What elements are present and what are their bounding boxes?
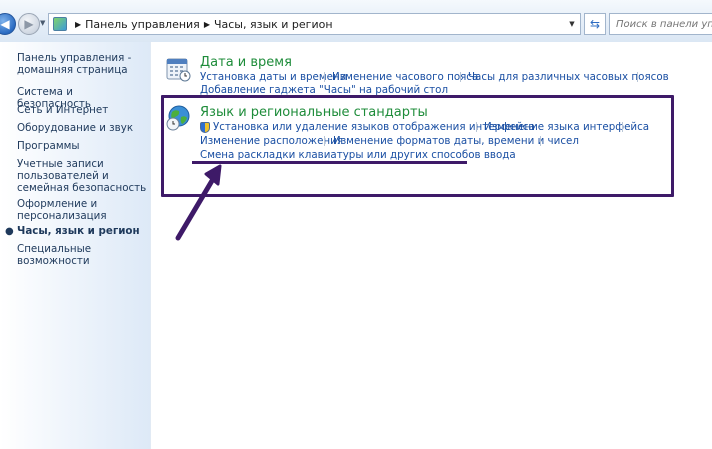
sidebar-item-hardware-sound[interactable]: Оборудование и звук xyxy=(17,122,147,134)
breadcrumb-chevron-icon[interactable]: ▶ xyxy=(204,20,210,29)
current-item-bullet-icon: ● xyxy=(5,226,14,237)
sidebar: Панель управления - домашняя страница Си… xyxy=(0,42,151,449)
link-change-time-zone[interactable]: Изменение часового пояса xyxy=(332,71,478,83)
link-separator xyxy=(637,72,638,82)
address-bar[interactable]: ▶ Панель управления ▶ Часы, язык и регио… xyxy=(48,13,581,35)
back-arrow-icon: ◀ xyxy=(0,17,10,31)
breadcrumb-chevron-icon[interactable]: ▶ xyxy=(75,20,81,29)
breadcrumb-item-control-panel[interactable]: Панель управления xyxy=(85,18,200,31)
link-separator xyxy=(460,72,461,82)
address-history-chevron-down-icon[interactable]: ▼ xyxy=(564,14,580,34)
annotation-arrow-icon xyxy=(175,164,222,241)
forward-arrow-icon: ▶ xyxy=(24,17,34,31)
back-button[interactable]: ◀ xyxy=(0,13,16,35)
sidebar-item-appearance[interactable]: Оформление и персонализация xyxy=(17,198,147,222)
sidebar-item-label: Часы, язык и регион xyxy=(17,225,140,237)
recent-pages-chevron-down-icon[interactable]: ▼ xyxy=(40,19,45,27)
category-title-date-time[interactable]: Дата и время xyxy=(200,55,292,70)
refresh-icon: ⇆ xyxy=(589,17,601,31)
link-separator xyxy=(324,72,325,82)
annotation-underline xyxy=(192,161,467,164)
refresh-button[interactable]: ⇆ xyxy=(584,13,606,35)
control-panel-icon xyxy=(53,17,67,31)
sidebar-item-programs[interactable]: Программы xyxy=(17,140,147,152)
sidebar-item-accessibility[interactable]: Специальные возможности xyxy=(17,243,147,267)
link-additional-clocks[interactable]: Часы для различных часовых поясов xyxy=(468,71,669,83)
sidebar-item-home[interactable]: Панель управления - домашняя страница xyxy=(17,52,147,76)
forward-button[interactable]: ▶ xyxy=(18,13,40,35)
sidebar-item-clock-language-region[interactable]: ● Часы, язык и регион xyxy=(5,225,147,237)
breadcrumb-item-clock-language-region[interactable]: Часы, язык и регион xyxy=(214,18,333,31)
address-toolbar: ◀ ▶ ▼ ▶ Панель управления ▶ Часы, язык и… xyxy=(0,0,712,42)
annotation-highlight-box xyxy=(161,95,674,197)
sidebar-item-network-internet[interactable]: Сеть и Интернет xyxy=(17,104,147,116)
calendar-clock-icon xyxy=(166,58,191,82)
search-input[interactable] xyxy=(609,13,712,35)
sidebar-item-user-accounts[interactable]: Учетные записи пользователей и семейная … xyxy=(17,158,147,194)
